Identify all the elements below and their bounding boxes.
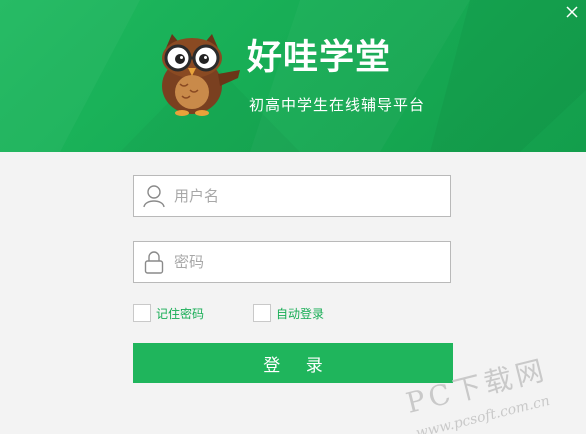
username-input[interactable] xyxy=(174,177,450,215)
owl-mascot-logo xyxy=(162,34,240,116)
password-field[interactable] xyxy=(133,241,451,283)
auto-login-label: 自动登录 xyxy=(276,306,325,321)
close-icon xyxy=(566,6,578,18)
password-input[interactable] xyxy=(174,243,450,281)
pcsoft-watermark: PC下载网 www.pcsoft.com.cn xyxy=(403,353,552,434)
username-field[interactable] xyxy=(133,175,451,217)
header-banner: 好哇学堂 初高中学生在线辅导平台 xyxy=(0,0,586,152)
auto-login-box[interactable] xyxy=(253,304,271,322)
close-button[interactable] xyxy=(562,2,582,22)
app-title: 好哇学堂 xyxy=(247,38,392,78)
lock-icon xyxy=(134,242,174,282)
remember-password-label: 记住密码 xyxy=(156,306,205,321)
remember-password-box[interactable] xyxy=(133,304,151,322)
remember-password-checkbox[interactable]: 记住密码 xyxy=(133,304,204,322)
app-subtitle: 初高中学生在线辅导平台 xyxy=(249,96,426,114)
auto-login-checkbox[interactable]: 自动登录 xyxy=(253,304,324,322)
user-icon xyxy=(134,176,174,216)
